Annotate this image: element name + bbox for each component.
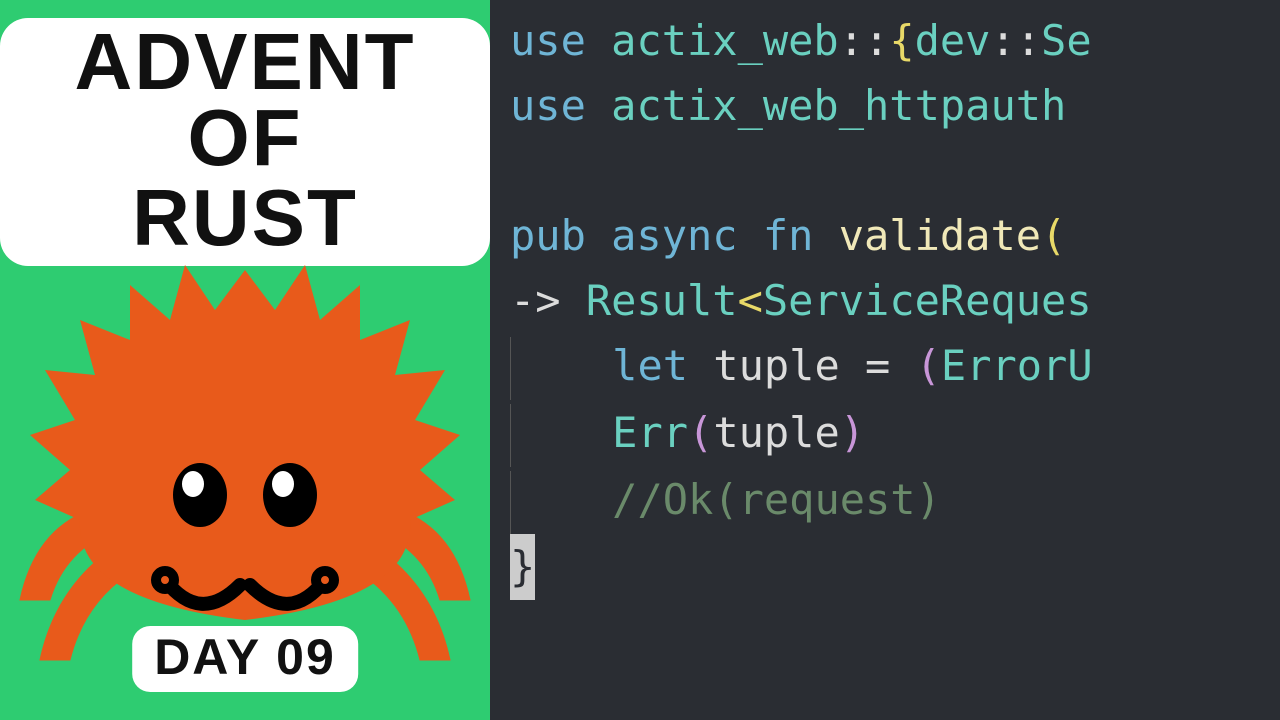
keyword-let: let xyxy=(612,341,688,390)
code-line-3 xyxy=(510,138,1280,203)
identifier: ErrorU xyxy=(941,341,1093,390)
code-line-5: -> Result<ServiceReques xyxy=(510,268,1280,333)
angle-bracket: < xyxy=(738,276,763,325)
code-line-7: Err(tuple) xyxy=(510,400,1280,467)
separator: :: xyxy=(990,16,1041,65)
code-line-1: use actix_web::{dev::Se xyxy=(510,8,1280,73)
thumbnail-left-panel: ADVENT OF RUST xyxy=(0,0,490,720)
keyword-async: async xyxy=(586,211,738,260)
identifier: tuple xyxy=(688,341,865,390)
title-line-1: ADVENT OF xyxy=(28,24,462,176)
separator: :: xyxy=(839,16,890,65)
ferris-crab-icon xyxy=(15,230,475,670)
paren: ) xyxy=(840,408,865,457)
paren: ( xyxy=(688,408,713,457)
code-line-2: use actix_web_httpauth xyxy=(510,73,1280,138)
paren: ( xyxy=(1041,211,1066,260)
err-variant: Err xyxy=(612,408,688,457)
arrow: -> xyxy=(510,276,561,325)
code-line-4: pub async fn validate( xyxy=(510,203,1280,268)
keyword-pub: pub xyxy=(510,211,586,260)
comment: //Ok(request) xyxy=(612,475,941,524)
code-line-8: //Ok(request) xyxy=(510,467,1280,534)
day-badge: DAY 09 xyxy=(132,626,358,692)
identifier: tuple xyxy=(713,408,839,457)
identifier: Se xyxy=(1041,16,1092,65)
type-name: ServiceReques xyxy=(763,276,1092,325)
identifier: actix_web xyxy=(586,16,839,65)
keyword-use: use xyxy=(510,81,586,130)
function-name: validate xyxy=(813,211,1041,260)
keyword-use: use xyxy=(510,16,586,65)
code-editor-panel: use actix_web::{dev::Se use actix_web_ht… xyxy=(490,0,1280,720)
title-card: ADVENT OF RUST xyxy=(0,18,490,266)
equals: = xyxy=(865,341,890,390)
identifier: dev xyxy=(915,16,991,65)
code-line-9: } xyxy=(510,534,1280,599)
brace: { xyxy=(889,16,914,65)
code-line-6: let tuple = (ErrorU xyxy=(510,333,1280,400)
identifier: actix_web_httpauth xyxy=(586,81,1066,130)
paren: ( xyxy=(890,341,941,390)
type-result: Result xyxy=(561,276,738,325)
closing-brace: } xyxy=(510,534,535,599)
keyword-fn: fn xyxy=(738,211,814,260)
